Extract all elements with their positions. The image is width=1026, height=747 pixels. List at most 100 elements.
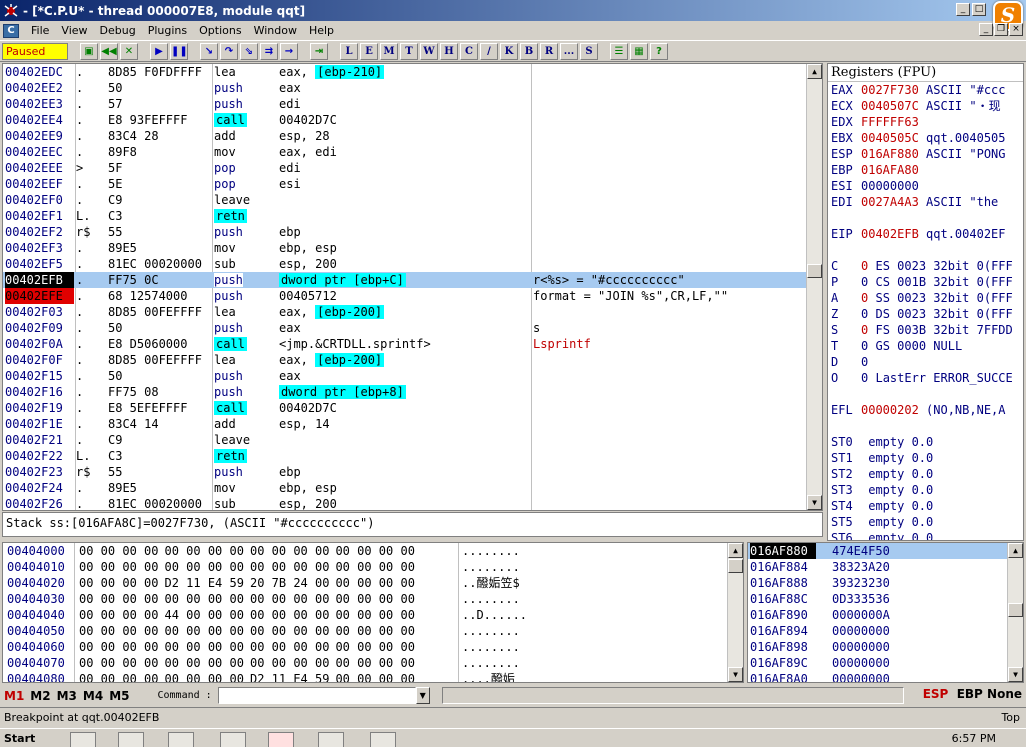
list-icon[interactable]: ☰ bbox=[610, 42, 628, 60]
disassembly-scrollbar[interactable]: ▲ ▼ bbox=[806, 64, 822, 510]
toolbar-letter-w[interactable]: W bbox=[420, 42, 438, 60]
execute-till-return-icon[interactable]: → bbox=[280, 42, 298, 60]
esp-button[interactable]: ESP bbox=[923, 687, 949, 701]
dump-scroll-thumb[interactable] bbox=[728, 559, 743, 573]
none-button[interactable]: None bbox=[987, 687, 1022, 701]
toolbar-letter-l[interactable]: L bbox=[340, 42, 358, 60]
stack-scrollbar[interactable]: ▲ ▼ bbox=[1007, 543, 1023, 682]
chevron-down-icon[interactable]: ▼ bbox=[415, 687, 430, 704]
register-row[interactable]: ST4 empty 0.0 bbox=[828, 498, 1023, 514]
stack-row[interactable]: 016AF88C 0D333536 bbox=[748, 591, 1023, 607]
disasm-row[interactable]: 00402EE3. 57 push edi bbox=[3, 96, 822, 112]
pause-icon[interactable]: ❚❚ bbox=[170, 42, 188, 60]
register-row[interactable]: C 0 ES 0023 32bit 0(FFF bbox=[828, 258, 1023, 274]
toolbar-letter-slash[interactable]: / bbox=[480, 42, 498, 60]
stack-scroll-up-icon[interactable]: ▲ bbox=[1008, 543, 1023, 558]
stack-row[interactable]: 016AF880 474E4F50 bbox=[748, 543, 1023, 559]
stack-pane[interactable]: 016AF880 474E4F50 016AF884 38323A20 016AF888… bbox=[747, 542, 1024, 683]
register-row[interactable]: ECX 0040507C ASCII "・现 bbox=[828, 98, 1023, 114]
dump-row[interactable]: 00404010 00 00 00 00 00 00 00 00 00 00 00 0… bbox=[3, 559, 743, 575]
stack-row[interactable]: 016AF898 00000000 bbox=[748, 639, 1023, 655]
disasm-row[interactable]: 00402F09. 50 push eax s bbox=[3, 320, 822, 336]
restart-icon[interactable]: ◀◀ bbox=[100, 42, 118, 60]
grid-icon[interactable]: ▦ bbox=[630, 42, 648, 60]
dump-row[interactable]: 00404020 00 00 00 00 D2 11 E4 59 20 7B 24 0… bbox=[3, 575, 743, 591]
memory-dump-pane[interactable]: 00404000 00 00 00 00 00 00 00 00 00 00 00 0… bbox=[2, 542, 744, 683]
register-row[interactable]: EAX 0027F730 ASCII "#ccc bbox=[828, 82, 1023, 98]
register-row[interactable]: ST3 empty 0.0 bbox=[828, 482, 1023, 498]
memory-button-m1[interactable]: M1 bbox=[4, 689, 24, 703]
disasm-row[interactable]: 00402F22 L. C3 retn bbox=[3, 448, 822, 464]
register-row[interactable]: EDI 0027A4A3 ASCII "the bbox=[828, 194, 1023, 210]
run-icon[interactable]: ▶ bbox=[150, 42, 168, 60]
trace-into-icon[interactable]: ⇘ bbox=[240, 42, 258, 60]
disasm-row[interactable]: 00402EE9. 83C4 28 add esp, 28 bbox=[3, 128, 822, 144]
memory-button-m4[interactable]: M4 bbox=[83, 689, 103, 703]
menu-file[interactable]: File bbox=[25, 24, 55, 37]
dump-row[interactable]: 00404060 00 00 00 00 00 00 00 00 00 00 00 0… bbox=[3, 639, 743, 655]
menu-options[interactable]: Options bbox=[193, 24, 247, 37]
disasm-row[interactable]: 00402F19. E8 5EFEFFFF call 00402D7C bbox=[3, 400, 822, 416]
maximize-button[interactable]: □ bbox=[972, 3, 986, 16]
menu-plugins[interactable]: Plugins bbox=[142, 24, 193, 37]
toolbar-letter-t[interactable]: T bbox=[400, 42, 418, 60]
disasm-row[interactable]: 00402EF5. 81EC 00020000 sub esp, 200 bbox=[3, 256, 822, 272]
stack-row[interactable]: 016AF8A0 00000000 bbox=[748, 671, 1023, 682]
disasm-row[interactable]: 00402F0F. 8D85 00FEFFFF lea eax, [ebp-200] bbox=[3, 352, 822, 368]
go-to-icon[interactable]: ⇥ bbox=[310, 42, 328, 60]
taskbar-ollydbg-icon[interactable] bbox=[268, 732, 294, 747]
register-row[interactable]: ST0 empty 0.0 bbox=[828, 434, 1023, 450]
step-into-icon[interactable]: ↘ bbox=[200, 42, 218, 60]
dump-row[interactable]: 00404080 00 00 00 00 00 00 00 00 D2 11 E4 5… bbox=[3, 671, 743, 682]
toolbar-letter-k[interactable]: K bbox=[500, 42, 518, 60]
register-row[interactable]: ESI 00000000 bbox=[828, 178, 1023, 194]
registers-header[interactable]: Registers (FPU) bbox=[828, 64, 1023, 82]
start-button[interactable]: Start bbox=[0, 732, 50, 747]
taskbar-browser-icon[interactable] bbox=[370, 732, 396, 747]
child-minimize-button[interactable]: _ bbox=[979, 23, 993, 36]
scroll-thumb[interactable] bbox=[807, 264, 822, 278]
register-row[interactable]: D0 bbox=[828, 354, 1023, 370]
toolbar-letter-s[interactable]: S bbox=[580, 42, 598, 60]
register-row[interactable]: ST6 empty 0.0 bbox=[828, 530, 1023, 540]
disasm-row[interactable]: 00402EE2. 50 push eax bbox=[3, 80, 822, 96]
register-row[interactable]: ST5 empty 0.0 bbox=[828, 514, 1023, 530]
register-row[interactable]: O 0 LastErr ERROR_SUCCE bbox=[828, 370, 1023, 386]
trace-over-icon[interactable]: ⇉ bbox=[260, 42, 278, 60]
toolbar-letter-m[interactable]: M bbox=[380, 42, 398, 60]
stack-row[interactable]: 016AF89C 00000000 bbox=[748, 655, 1023, 671]
disasm-row[interactable]: 00402F23 r$ 55 push ebp bbox=[3, 464, 822, 480]
register-row[interactable]: EBP 016AFA80 bbox=[828, 162, 1023, 178]
dump-scroll-up-icon[interactable]: ▲ bbox=[728, 543, 743, 558]
child-restore-button[interactable]: ❐ bbox=[994, 23, 1008, 36]
disasm-row[interactable]: 00402EDC. 8D85 F0FDFFFF lea eax, [ebp-210] bbox=[3, 64, 822, 80]
menu-view[interactable]: View bbox=[55, 24, 93, 37]
dump-row[interactable]: 00404000 00 00 00 00 00 00 00 00 00 00 00 0… bbox=[3, 543, 743, 559]
register-row[interactable]: T 0 GS 0000 NULL bbox=[828, 338, 1023, 354]
memory-button-m2[interactable]: M2 bbox=[30, 689, 50, 703]
register-row[interactable] bbox=[828, 386, 1023, 402]
step-over-icon[interactable]: ↷ bbox=[220, 42, 238, 60]
disasm-row[interactable]: 00402EF1 L. C3 retn bbox=[3, 208, 822, 224]
dump-scroll-down-icon[interactable]: ▼ bbox=[728, 667, 743, 682]
toolbar-letter-h[interactable]: H bbox=[440, 42, 458, 60]
toolbar-letter-r[interactable]: R bbox=[540, 42, 558, 60]
stack-scroll-down-icon[interactable]: ▼ bbox=[1008, 667, 1023, 682]
memory-button-m5[interactable]: M5 bbox=[109, 689, 129, 703]
child-close-button[interactable]: × bbox=[1009, 23, 1023, 36]
disasm-row[interactable]: 00402F26. 81EC 00020000 sub esp, 200 bbox=[3, 496, 822, 510]
dump-scrollbar[interactable]: ▲ ▼ bbox=[727, 543, 743, 682]
disassembly-pane[interactable]: 00402EDC. 8D85 F0FDFFFF lea eax, [ebp-210] 0… bbox=[2, 63, 823, 511]
disasm-row[interactable]: 00402F0A. E8 D5060000 call <jmp.&CRTDLL.spr… bbox=[3, 336, 822, 352]
register-row[interactable]: P 0 CS 001B 32bit 0(FFF bbox=[828, 274, 1023, 290]
stack-row[interactable]: 016AF894 00000000 bbox=[748, 623, 1023, 639]
disasm-row[interactable]: 00402EFB. FF75 0C push dword ptr [ebp+C] r<%… bbox=[3, 272, 822, 288]
register-row[interactable] bbox=[828, 210, 1023, 226]
disasm-row[interactable]: 00402EEE >5F pop edi bbox=[3, 160, 822, 176]
menu-help[interactable]: Help bbox=[303, 24, 340, 37]
disasm-row[interactable]: 00402EFE. 68 12574000 push 00405712 format =… bbox=[3, 288, 822, 304]
menu-debug[interactable]: Debug bbox=[94, 24, 142, 37]
scroll-down-icon[interactable]: ▼ bbox=[807, 495, 822, 510]
disasm-row[interactable]: 00402EF2 r$ 55 push ebp bbox=[3, 224, 822, 240]
disasm-row[interactable]: 00402F21. C9 leave bbox=[3, 432, 822, 448]
